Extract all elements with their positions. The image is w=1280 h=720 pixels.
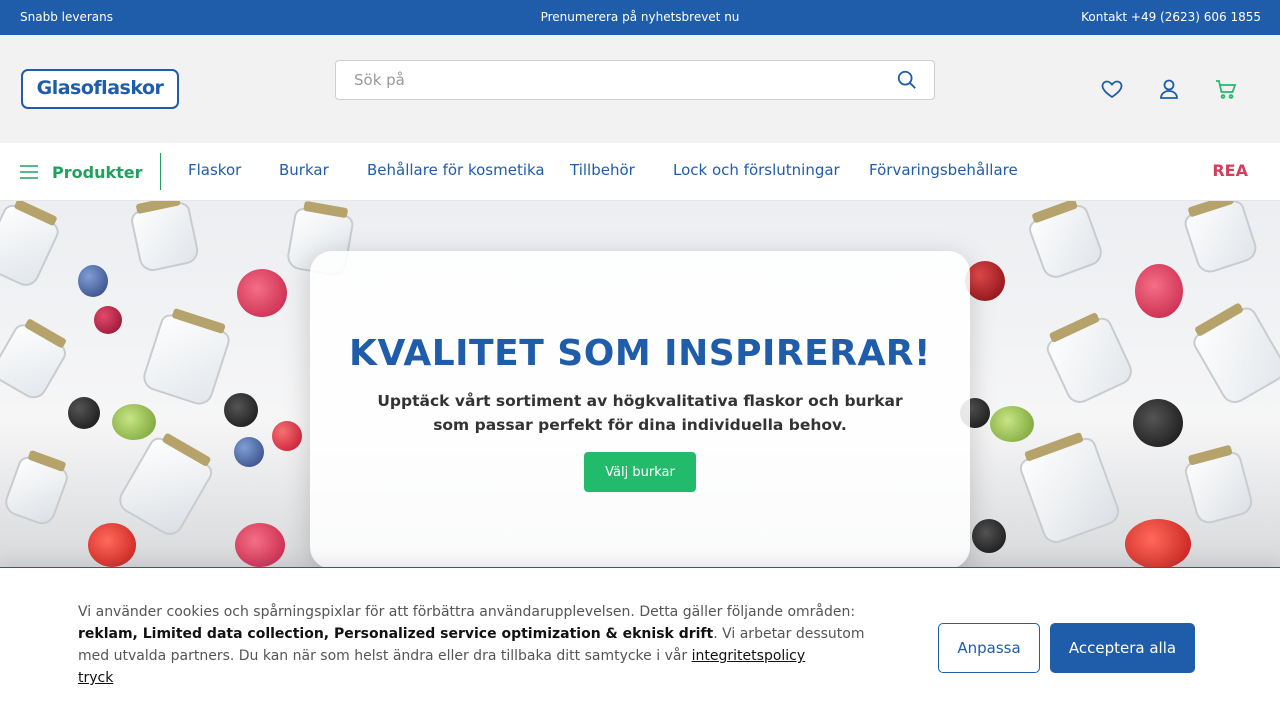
cookie-text-intro: Vi använder cookies och spårningspixlar …: [78, 604, 856, 620]
cookie-areas: reklam, Limited data collection, Persona…: [78, 626, 714, 642]
top-announcement-bar: Snabb leverans Prenumerera på nyhetsbrev…: [0, 0, 1280, 35]
choose-jars-button[interactable]: Välj burkar: [584, 452, 696, 492]
main-navigation: Produkter Flaskor Burkar Behållare för k…: [0, 143, 1280, 201]
nav-link-lock[interactable]: Lock och förslutningar: [673, 161, 840, 179]
search-box: [335, 60, 935, 100]
products-menu-label: Produkter: [52, 162, 143, 182]
imprint-link[interactable]: tryck: [78, 670, 113, 686]
customize-cookies-button[interactable]: Anpassa: [938, 623, 1040, 673]
nav-link-burkar[interactable]: Burkar: [279, 161, 329, 179]
hero-title: KVALITET SOM INSPIRERAR!: [349, 333, 931, 374]
search-icon[interactable]: [896, 69, 918, 91]
site-header: Glasoflaskor: [0, 35, 1280, 143]
hero-description: Upptäck vårt sortiment av högkvalitativa…: [377, 392, 903, 434]
heart-icon[interactable]: [1100, 77, 1124, 101]
cookie-consent-text: Vi använder cookies och spårningspixlar …: [78, 601, 888, 689]
hero-banner: KVALITET SOM INSPIRERAR! Upptäck vårt so…: [0, 201, 1280, 567]
hero-promo-card: KVALITET SOM INSPIRERAR! Upptäck vårt so…: [310, 251, 970, 567]
cart-icon[interactable]: [1214, 77, 1238, 101]
site-logo[interactable]: Glasoflaskor: [21, 69, 179, 109]
nav-link-kosmetika[interactable]: Behållare för kosmetika: [367, 161, 545, 179]
nav-link-flaskor[interactable]: Flaskor: [188, 161, 241, 179]
nav-link-sale[interactable]: REA: [1212, 161, 1248, 180]
products-menu-button[interactable]: Produkter: [20, 159, 142, 185]
cookie-consent-banner: Vi använder cookies och spårningspixlar …: [0, 567, 1280, 720]
search-input[interactable]: [354, 69, 874, 91]
nav-divider: [160, 153, 161, 190]
contact-phone-link[interactable]: Kontakt +49 (2623) 606 1855: [1081, 10, 1261, 24]
accept-all-cookies-button[interactable]: Acceptera alla: [1050, 623, 1195, 673]
hamburger-icon: [20, 165, 38, 179]
nav-link-forvaring[interactable]: Förvaringsbehållare: [869, 161, 1018, 179]
privacy-policy-link[interactable]: integritetspolicy: [692, 648, 806, 664]
nav-link-tillbehor[interactable]: Tillbehör: [570, 161, 635, 179]
user-icon[interactable]: [1157, 77, 1181, 101]
